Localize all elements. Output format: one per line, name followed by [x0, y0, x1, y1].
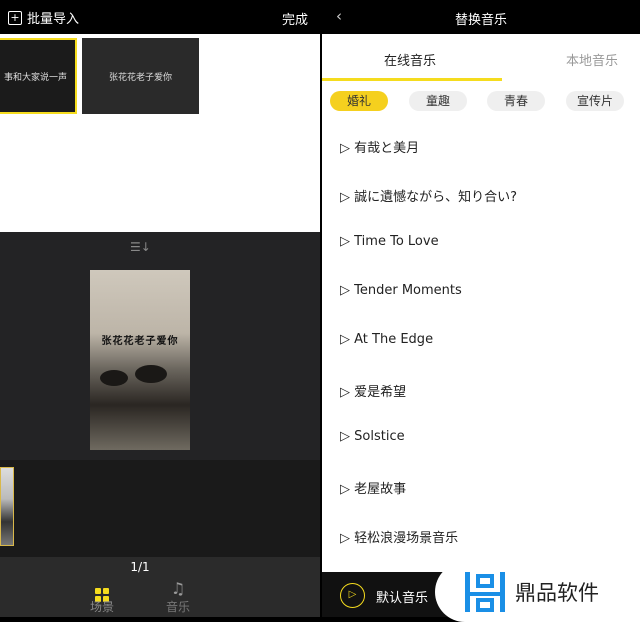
nav-scene[interactable]: 场景	[82, 580, 122, 615]
music-header: ‹ 替换音乐	[322, 0, 640, 34]
play-triangle-icon: ▷	[340, 189, 355, 205]
play-triangle-icon: ▷	[340, 331, 355, 347]
tab-local-music[interactable]: 本地音乐	[566, 50, 618, 69]
preview-image: 张花花老子爱你	[90, 270, 190, 450]
song-item[interactable]: ▷ Time To Love	[340, 234, 439, 249]
tab-online-music[interactable]: 在线音乐	[384, 50, 436, 69]
scene-editor-panel: + 批量导入 完成 事和大家说一声 张花花老子爱你 ☰↓ 张花花老子爱你 1/1…	[0, 0, 320, 617]
watermark-logo	[465, 572, 505, 612]
default-music-label: 默认音乐	[376, 591, 429, 606]
song-item[interactable]: ▷ 轻松浪漫场景音乐	[340, 527, 458, 546]
watermark-text: 鼎品软件	[515, 581, 599, 605]
play-triangle-icon: ▷	[340, 530, 355, 546]
scene-thumb[interactable]: 事和大家说一声	[0, 38, 77, 114]
bottom-nav: 1/1 场景 ♫ 音乐	[0, 557, 320, 617]
category-chip[interactable]: 青春	[487, 91, 545, 111]
song-title: Solstice	[354, 429, 405, 445]
song-title: 誠に遺憾ながら、知り合い?	[354, 189, 518, 205]
batch-import-label: 批量导入	[27, 12, 80, 27]
timeline-strip	[0, 460, 320, 557]
play-triangle-icon: ▷	[340, 283, 355, 299]
play-triangle-icon: ▷	[340, 234, 355, 250]
page-title: 替换音乐	[454, 13, 507, 28]
song-title: Tender Moments	[354, 283, 462, 299]
song-item[interactable]: ▷ Solstice	[340, 429, 405, 444]
music-note-icon: ♫	[170, 579, 186, 598]
sort-icon[interactable]: ☰↓	[130, 240, 151, 254]
nav-music-label: 音乐	[165, 600, 190, 614]
batch-import-button[interactable]: + 批量导入	[8, 8, 79, 27]
grid-icon	[82, 580, 122, 602]
scene-thumb[interactable]: 张花花老子爱你	[82, 38, 199, 114]
play-icon[interactable]: ▷	[340, 583, 365, 608]
song-item[interactable]: ▷ 爱是希望	[340, 381, 406, 400]
play-triangle-icon: ▷	[340, 429, 355, 445]
play-triangle-icon: ▷	[340, 384, 355, 400]
nav-scene-label: 场景	[89, 600, 114, 614]
watermark: 鼎品软件	[435, 562, 640, 622]
add-box-icon: +	[8, 10, 22, 25]
song-title: 爱是希望	[354, 384, 407, 400]
nav-music[interactable]: ♫ 音乐	[158, 580, 198, 615]
song-title: Time To Love	[354, 234, 439, 250]
category-chip[interactable]: 婚礼	[330, 91, 388, 111]
play-triangle-icon: ▷	[340, 481, 355, 497]
active-tab-underline	[322, 78, 502, 81]
song-item[interactable]: ▷ 有哉と美月	[340, 137, 419, 156]
page-indicator: 1/1	[130, 560, 150, 574]
song-title: 老屋故事	[354, 481, 407, 497]
song-item[interactable]: ▷ 老屋故事	[340, 478, 406, 497]
editor-header: + 批量导入 完成	[0, 0, 320, 34]
song-item[interactable]: ▷ 誠に遺憾ながら、知り合い?	[340, 186, 517, 205]
preview-caption: 张花花老子爱你	[101, 336, 179, 347]
song-title: 轻松浪漫场景音乐	[354, 530, 459, 546]
replace-music-panel: ‹ 替换音乐 在线音乐 本地音乐 婚礼 童趣 青春 宣传片 ▷ 有哉と美月 ▷ 誠…	[322, 0, 640, 617]
song-item[interactable]: ▷ At The Edge	[340, 332, 433, 347]
play-triangle-icon: ▷	[340, 141, 355, 156]
song-item[interactable]: ▷ Tender Moments	[340, 283, 462, 298]
done-button[interactable]: 完成	[282, 9, 308, 28]
category-chip[interactable]: 宣传片	[566, 91, 624, 111]
preview-area: ☰↓ 张花花老子爱你	[0, 232, 320, 460]
category-chip[interactable]: 童趣	[409, 91, 467, 111]
song-title: 有哉と美月	[354, 141, 420, 156]
timeline-thumb[interactable]	[0, 467, 14, 546]
song-title: At The Edge	[354, 331, 434, 347]
